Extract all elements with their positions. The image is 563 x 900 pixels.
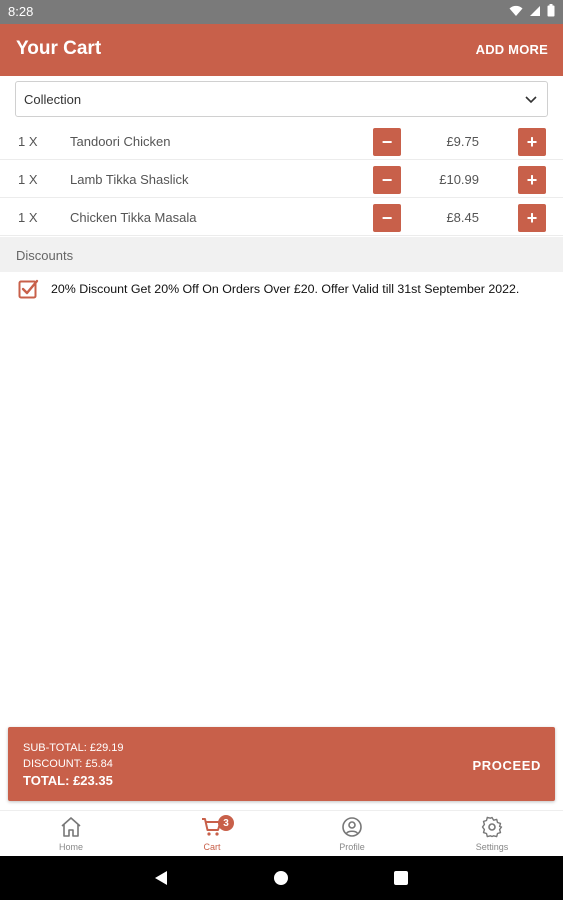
increase-quantity-button[interactable]: + (518, 204, 546, 232)
bottom-navigation: Home 3 Cart Profile Settings (0, 810, 563, 856)
discount-text: 20% Discount Get 20% Off On Orders Over … (51, 282, 520, 296)
nav-cart-label: Cart (203, 842, 221, 852)
recent-apps-icon[interactable] (394, 871, 408, 885)
nav-profile-label: Profile (339, 842, 365, 852)
nav-settings[interactable]: Settings (452, 815, 532, 857)
discounts-section-header: Discounts (0, 237, 563, 272)
nav-home-label: Home (58, 842, 83, 852)
item-name: Lamb Tikka Shaslick (70, 172, 189, 187)
signal-icon (530, 5, 540, 16)
discounts-title: Discounts (16, 248, 74, 263)
discount-option[interactable]: 20% Discount Get 20% Off On Orders Over … (18, 278, 558, 300)
nav-settings-label: Settings (475, 842, 509, 852)
nav-home[interactable]: Home (31, 815, 111, 857)
increase-quantity-button[interactable]: + (518, 166, 546, 194)
item-quantity: 1 X (18, 172, 38, 187)
app-bar: Your Cart ADD MORE (0, 24, 563, 76)
item-price: £9.75 (446, 134, 479, 149)
decrease-quantity-button[interactable]: − (373, 166, 401, 194)
cart-item-row: 1 X Tandoori Chicken − £9.75 + (0, 122, 563, 160)
order-summary-panel: SUB-TOTAL: £29.19 DISCOUNT: £5.84 TOTAL:… (8, 727, 555, 801)
gear-icon (481, 816, 503, 838)
item-quantity: 1 X (18, 134, 38, 149)
nav-cart[interactable]: 3 Cart (172, 815, 252, 857)
increase-quantity-button[interactable]: + (518, 128, 546, 156)
order-type-value: Collection (24, 92, 82, 107)
home-circle-icon[interactable] (274, 871, 288, 885)
total-text: TOTAL: £23.35 (23, 773, 113, 788)
discount-amount-text: DISCOUNT: £5.84 (23, 758, 113, 770)
battery-icon (547, 4, 555, 17)
item-quantity: 1 X (18, 210, 38, 225)
cart-count-badge: 3 (218, 815, 234, 831)
system-navigation-bar (0, 856, 563, 900)
decrease-quantity-button[interactable]: − (373, 128, 401, 156)
proceed-button[interactable]: PROCEED (473, 758, 542, 773)
item-name: Chicken Tikka Masala (70, 210, 197, 225)
decrease-quantity-button[interactable]: − (373, 204, 401, 232)
cart-item-row: 1 X Lamb Tikka Shaslick − £10.99 + (0, 160, 563, 198)
add-more-button[interactable]: ADD MORE (476, 42, 548, 57)
order-type-select[interactable]: Collection (15, 81, 548, 117)
back-icon[interactable] (153, 870, 169, 886)
wifi-icon (509, 5, 523, 16)
nav-profile[interactable]: Profile (312, 815, 392, 857)
chevron-down-icon (525, 96, 537, 104)
cart-item-row: 1 X Chicken Tikka Masala − £8.45 + (0, 198, 563, 236)
item-price: £8.45 (446, 210, 479, 225)
item-name: Tandoori Chicken (70, 134, 171, 149)
status-icons (509, 4, 555, 17)
profile-icon (342, 817, 362, 837)
status-time: 8:28 (8, 4, 34, 19)
status-bar: 8:28 (0, 0, 563, 24)
home-icon (61, 817, 81, 837)
checkbox-checked-icon[interactable] (18, 278, 40, 300)
page-title: Your Cart (16, 38, 102, 59)
subtotal-text: SUB-TOTAL: £29.19 (23, 742, 124, 754)
item-price: £10.99 (439, 172, 479, 187)
